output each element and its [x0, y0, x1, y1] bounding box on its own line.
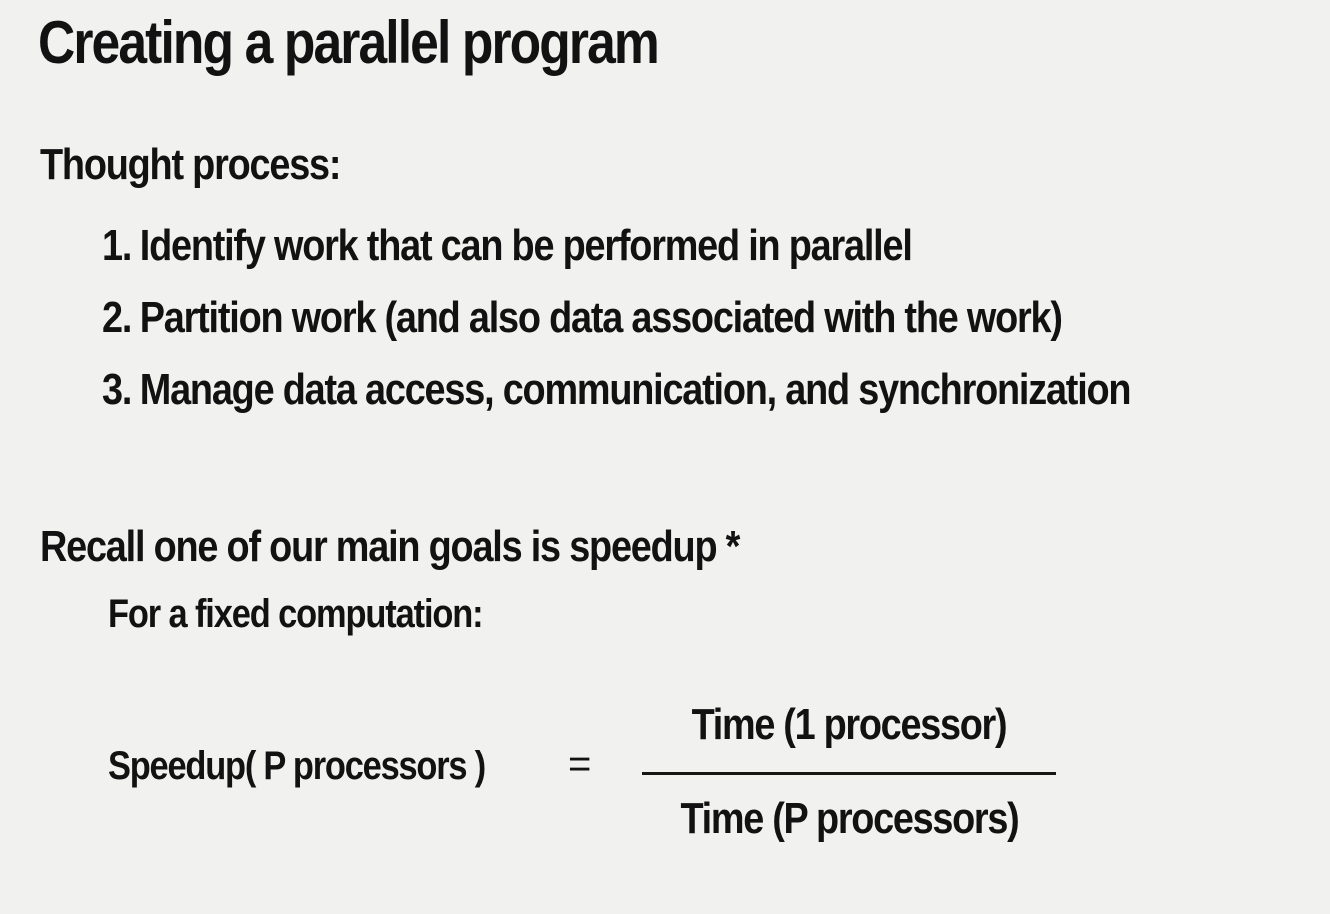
- fraction-denominator: Time (P processors): [642, 794, 1056, 844]
- speedup-formula: Speedup( P processors ) = Time (1 proces…: [0, 0, 1330, 914]
- denominator-text: Time (P processors): [680, 794, 1019, 843]
- fraction-numerator: Time (1 processor): [642, 700, 1056, 750]
- fraction-bar: [642, 772, 1056, 775]
- slide: Creating a parallel program Thought proc…: [0, 0, 1330, 914]
- formula-lhs: Speedup( P processors ): [108, 744, 486, 788]
- numerator-text: Time (1 processor): [691, 700, 1008, 749]
- equals-sign: =: [568, 742, 592, 786]
- formula-fraction: Time (1 processor) Time (P processors): [642, 696, 1056, 856]
